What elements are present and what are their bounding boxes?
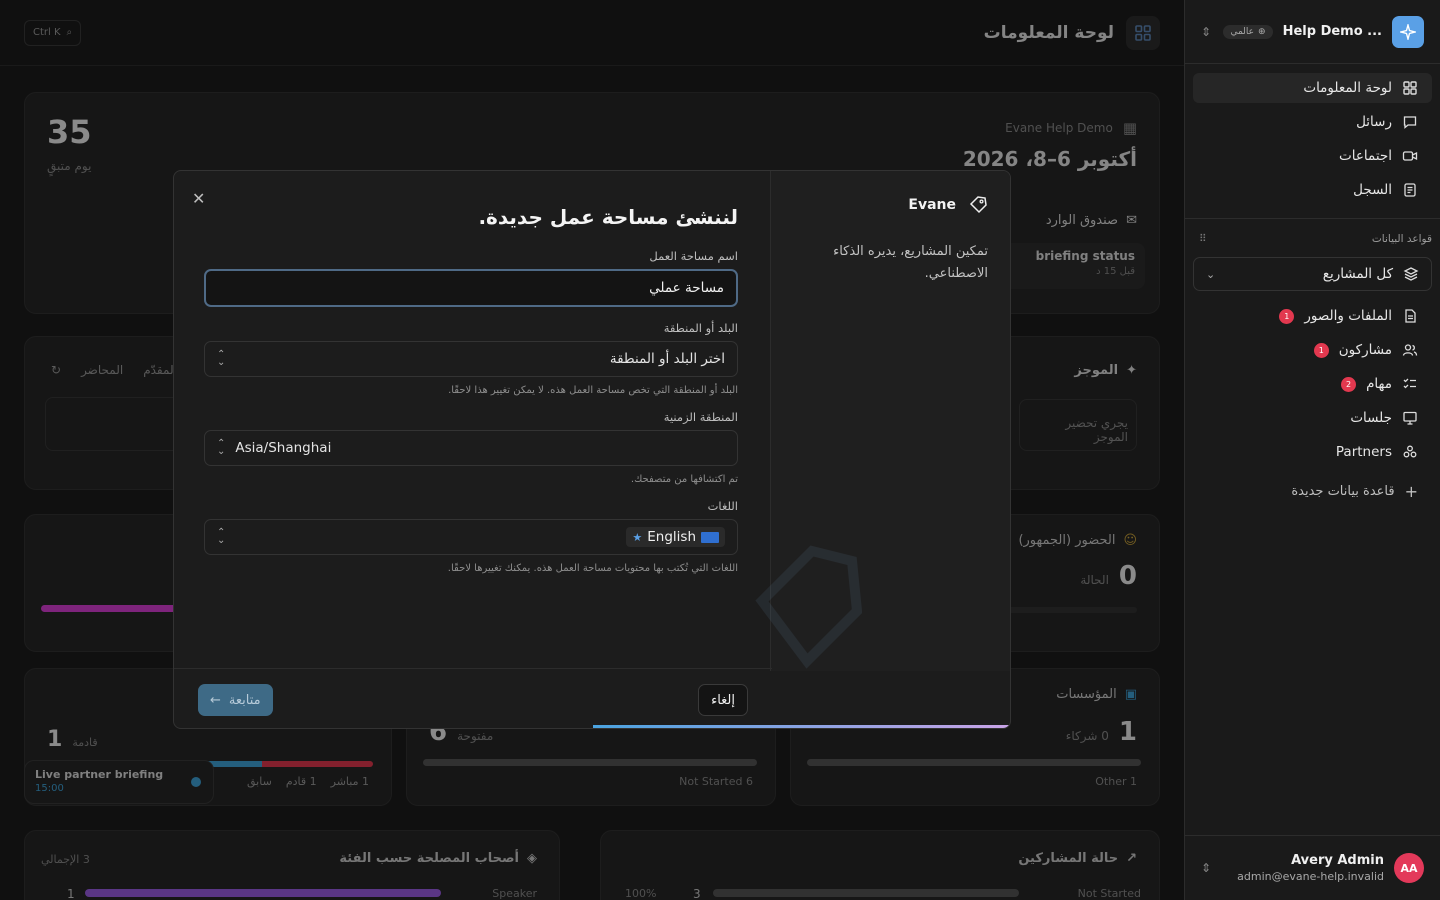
chevron-updown-icon: ⌃ ⌄ bbox=[217, 438, 226, 457]
watermark-logo-icon bbox=[755, 545, 862, 669]
count-badge: 1 bbox=[1279, 308, 1295, 324]
plus-icon: + bbox=[1404, 481, 1418, 501]
scope-badge: ⊕ عالمي bbox=[1223, 24, 1273, 39]
sidebar: Help Demo ... ⊕ عالمي ⇕ لوحة المعلومات ر… bbox=[1184, 0, 1440, 900]
log-icon bbox=[1404, 183, 1416, 197]
databases-section-title: قواعد البيانات ⠿ bbox=[1185, 219, 1440, 253]
db-item-participants[interactable]: مشاركون 1 bbox=[1185, 333, 1440, 367]
db-label: مهام bbox=[1366, 376, 1392, 392]
timezone-value: Asia/Shanghai bbox=[235, 440, 332, 456]
star-icon: ★ bbox=[632, 530, 643, 544]
chevron-updown-icon: ⇕ bbox=[1201, 861, 1212, 875]
message-icon bbox=[1403, 116, 1417, 129]
country-label: البلد أو المنطقة bbox=[663, 321, 738, 335]
org-name: Help Demo ... bbox=[1282, 24, 1382, 39]
db-item-files[interactable]: الملفات والصور 1 bbox=[1185, 299, 1440, 333]
user-email: admin@evane-help.invalid bbox=[1237, 870, 1384, 883]
nav-label: لوحة المعلومات bbox=[1303, 80, 1392, 96]
brand-name: Evane bbox=[908, 197, 956, 213]
chevron-updown-icon: ⇕ bbox=[1201, 24, 1212, 39]
wizard-progress-fill bbox=[593, 725, 1010, 728]
nav-item-dashboard[interactable]: لوحة المعلومات bbox=[1193, 73, 1432, 103]
db-item-sessions[interactable]: جلسات bbox=[1185, 401, 1440, 435]
new-database-label: قاعدة بيانات جديدة bbox=[1291, 483, 1395, 499]
globe-icon: ⊕ bbox=[1258, 26, 1266, 37]
workspace-form: لننشئ مساحة عمل جديدة. اسم مساحة العمل م… bbox=[204, 171, 738, 574]
db-item-tasks[interactable]: مهام 2 bbox=[1185, 367, 1440, 401]
databases-title: قواعد البيانات bbox=[1371, 233, 1432, 245]
language-chip-label: English bbox=[647, 529, 696, 545]
nav-label: السجل bbox=[1353, 182, 1392, 198]
db-label: جلسات bbox=[1350, 410, 1392, 426]
languages-label: اللغات bbox=[707, 499, 738, 513]
dialog-footer: إلغاء متابعة ← bbox=[174, 668, 772, 728]
country-help: البلد أو المنطقة التي تخص مساحة العمل هذ… bbox=[448, 385, 738, 396]
workspace-name-input[interactable]: مساحة عملي bbox=[204, 269, 738, 307]
dialog-brand-panel: Evane تمكين المشاريع، يديره الذكاء الاصط… bbox=[755, 171, 1010, 671]
brand-description: تمكين المشاريع، يديره الذكاء الاصطناعي. bbox=[833, 244, 988, 281]
nav-item-log[interactable]: السجل bbox=[1193, 175, 1432, 205]
flag-icon bbox=[701, 531, 719, 543]
cancel-button[interactable]: إلغاء bbox=[698, 684, 748, 716]
drag-handle-icon[interactable]: ⠿ bbox=[1199, 233, 1207, 245]
nav-item-meetings[interactable]: اجتماعات bbox=[1193, 141, 1432, 171]
scope-label: عالمي bbox=[1230, 26, 1255, 37]
presentation-icon bbox=[1403, 411, 1417, 425]
create-workspace-dialog: Evane تمكين المشاريع، يديره الذكاء الاصط… bbox=[173, 170, 1011, 729]
project-select-value: كل المشاريع bbox=[1322, 266, 1393, 282]
timezone-label: المنطقة الزمنية bbox=[663, 410, 738, 424]
users-icon bbox=[1402, 344, 1418, 356]
new-database-button[interactable]: + قاعدة بيانات جديدة bbox=[1185, 473, 1440, 509]
nav-item-messages[interactable]: رسائل bbox=[1193, 107, 1432, 137]
user-menu[interactable]: AA Avery Admin admin@evane-help.invalid … bbox=[1185, 835, 1440, 900]
brand: Evane bbox=[793, 195, 988, 215]
tag-logo-icon bbox=[969, 196, 987, 214]
layers-icon bbox=[1403, 267, 1419, 281]
dialog-title: لننشئ مساحة عمل جديدة. bbox=[478, 205, 738, 229]
dashboard-icon bbox=[1403, 81, 1417, 95]
video-icon bbox=[1402, 151, 1418, 161]
timezone-select[interactable]: ⌃ ⌄ Asia/Shanghai bbox=[204, 430, 738, 466]
continue-label: متابعة bbox=[228, 692, 261, 708]
timezone-help: تم اكتشافها من متصفحك. bbox=[630, 474, 738, 485]
chevron-updown-icon: ⌃ ⌄ bbox=[217, 349, 226, 368]
arrow-left-icon: ← bbox=[210, 692, 221, 708]
workspace-name-value: مساحة عملي bbox=[649, 280, 724, 296]
languages-select[interactable]: English ★ ⌃ ⌄ bbox=[204, 519, 738, 555]
languages-help: اللغات التي تُكتب بها محتويات مساحة العم… bbox=[447, 563, 738, 574]
language-chip[interactable]: English ★ bbox=[626, 527, 725, 547]
partners-icon bbox=[1403, 445, 1417, 458]
chevron-down-icon: ⌄ bbox=[1206, 267, 1216, 281]
checklist-icon bbox=[1403, 378, 1416, 389]
chevron-updown-icon: ⌃ ⌄ bbox=[217, 527, 226, 546]
country-placeholder: اختر البلد أو المنطقة bbox=[609, 351, 725, 367]
count-badge: 1 bbox=[1313, 342, 1329, 358]
main-nav: لوحة المعلومات رسائل اجتماعات السجل bbox=[1185, 64, 1440, 219]
wizard-progress bbox=[174, 725, 1010, 728]
db-item-partners[interactable]: Partners bbox=[1185, 435, 1440, 469]
db-label: الملفات والصور bbox=[1304, 308, 1392, 324]
workspace-name-label: اسم مساحة العمل bbox=[649, 249, 738, 263]
project-select[interactable]: كل المشاريع ⌄ bbox=[1193, 257, 1432, 291]
db-label: مشاركون bbox=[1338, 342, 1392, 358]
continue-button[interactable]: متابعة ← bbox=[198, 684, 273, 716]
nav-label: اجتماعات bbox=[1339, 148, 1392, 164]
avatar: AA bbox=[1394, 853, 1424, 883]
app-logo-icon bbox=[1392, 15, 1424, 48]
org-switcher[interactable]: Help Demo ... ⊕ عالمي ⇕ bbox=[1185, 0, 1440, 64]
country-select[interactable]: اختر البلد أو المنطقة ⌃ ⌄ bbox=[204, 341, 738, 377]
file-icon bbox=[1405, 309, 1416, 323]
count-badge: 2 bbox=[1341, 376, 1357, 392]
nav-label: رسائل bbox=[1356, 114, 1392, 130]
user-name: Avery Admin bbox=[1291, 853, 1384, 868]
db-label: Partners bbox=[1335, 444, 1392, 460]
